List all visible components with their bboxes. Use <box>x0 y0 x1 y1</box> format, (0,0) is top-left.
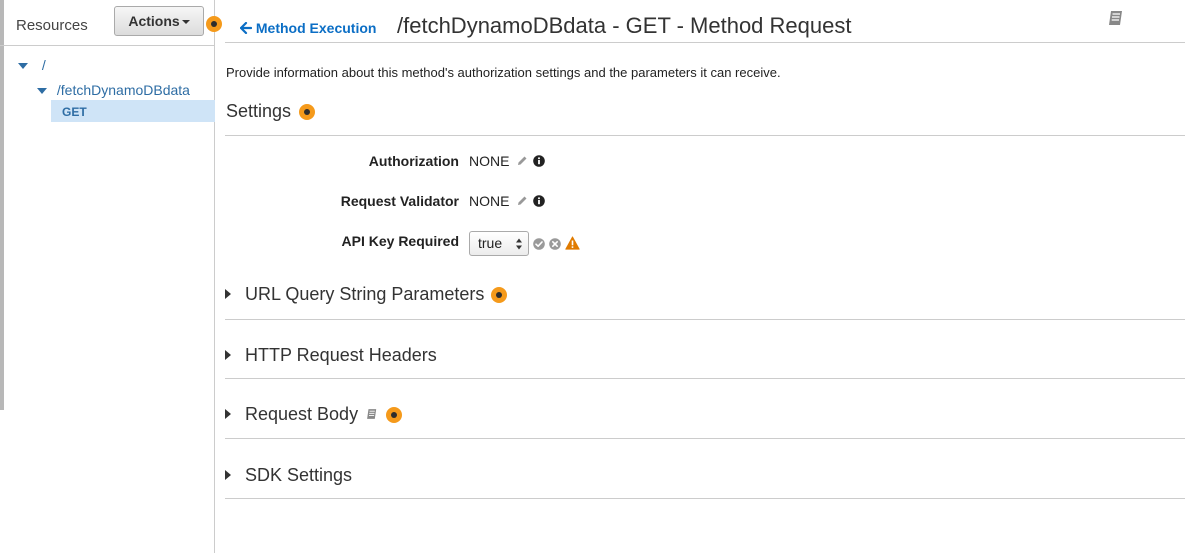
section-request-body[interactable]: Request Body <box>225 379 1185 439</box>
method-execution-label: Method Execution <box>255 20 377 36</box>
expand-triangle-icon <box>18 63 28 70</box>
warning-icon <box>565 236 580 250</box>
authorization-value: NONE <box>469 153 510 169</box>
caret-down-icon <box>181 20 190 25</box>
method-description: Provide information about this method's … <box>226 65 781 80</box>
settings-title: Settings <box>226 101 316 122</box>
arrow-left-icon <box>239 21 253 35</box>
title-divider <box>225 42 1185 43</box>
actions-button[interactable]: Actions <box>114 6 204 36</box>
x-circle-icon[interactable] <box>549 238 561 250</box>
info-circle-icon[interactable] <box>533 155 545 167</box>
method-execution-link[interactable]: Method Execution <box>239 20 377 36</box>
tree-item-fetchdynamodbdata-label: /fetchDynamoDBdata <box>56 82 190 98</box>
authorization-label: Authorization <box>368 153 459 169</box>
resources-title: Resources <box>16 17 88 34</box>
section-url-query-string-parameters-label: URL Query String Parameters <box>245 284 508 305</box>
request-validator-label: Request Validator <box>340 193 459 209</box>
check-circle-icon[interactable] <box>533 238 545 250</box>
api-key-required-label: API Key Required <box>341 233 459 249</box>
section-sdk-settings[interactable]: SDK Settings <box>225 439 1185 499</box>
info-dot-icon[interactable] <box>299 104 316 121</box>
section-url-query-string-parameters[interactable]: URL Query String Parameters <box>225 260 1185 320</box>
expand-triangle-icon <box>225 470 231 480</box>
tree-item-get-label[interactable]: GET <box>62 105 87 119</box>
resources-sidebar: Resources Actions / /fetchDynamoDBdata G… <box>0 0 222 553</box>
info-dot-icon[interactable] <box>386 407 403 424</box>
tree-item-fetchdynamodbdata[interactable]: /fetchDynamoDBdata <box>37 82 190 98</box>
book-icon[interactable] <box>365 407 379 421</box>
page-title: /fetchDynamoDBdata - GET - Method Reques… <box>397 13 852 38</box>
book-icon[interactable] <box>1106 8 1126 28</box>
pencil-icon[interactable] <box>516 155 528 167</box>
request-validator-value: NONE <box>469 193 510 209</box>
api-key-required-value: true <box>478 235 503 251</box>
section-request-body-label: Request Body <box>245 404 403 425</box>
info-dot-icon[interactable] <box>491 287 508 304</box>
section-sdk-settings-label: SDK Settings <box>245 465 353 485</box>
settings-title-label: Settings <box>226 101 292 121</box>
actions-label: Actions <box>128 13 180 29</box>
expand-triangle-icon <box>225 409 231 419</box>
expand-triangle-icon <box>37 88 47 95</box>
section-label: Request Body <box>245 404 359 424</box>
info-circle-icon[interactable] <box>533 195 545 207</box>
expand-triangle-icon <box>225 289 231 299</box>
select-arrows-icon <box>516 238 522 250</box>
section-label: URL Query String Parameters <box>245 284 485 304</box>
info-dot-icon[interactable] <box>206 16 222 32</box>
section-divider <box>225 498 1185 499</box>
section-http-request-headers-label: HTTP Request Headers <box>245 345 437 365</box>
expand-triangle-icon <box>225 350 231 360</box>
pencil-icon[interactable] <box>516 195 528 207</box>
section-http-request-headers[interactable]: HTTP Request Headers <box>225 320 1185 379</box>
tree-item-root-label: / <box>41 57 46 73</box>
api-key-required-select[interactable]: true <box>469 231 529 256</box>
tree-item-root[interactable]: / <box>18 57 46 73</box>
resources-header: Resources Actions <box>0 0 222 46</box>
settings-divider <box>225 135 1185 136</box>
